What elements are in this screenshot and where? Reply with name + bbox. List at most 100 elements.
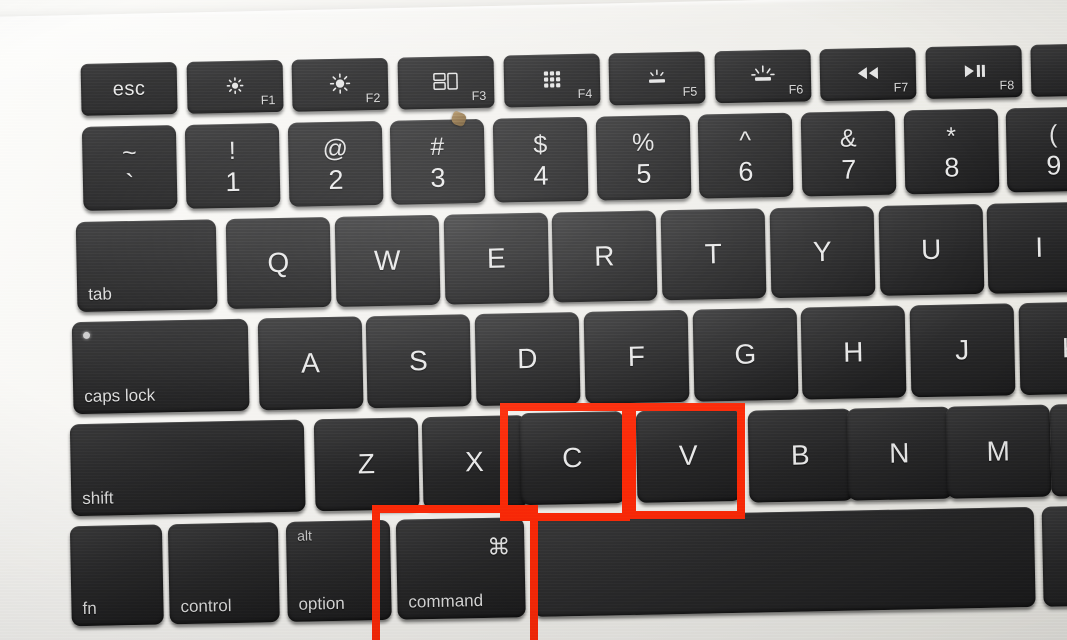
- key-label: control: [180, 596, 232, 617]
- key-lower-label: `: [125, 168, 135, 200]
- key-five[interactable]: % 5: [595, 114, 692, 201]
- key-upper-label: !: [228, 137, 237, 166]
- key-u[interactable]: U: [878, 203, 985, 296]
- key-f7[interactable]: F7: [819, 47, 917, 102]
- key-tilde[interactable]: ~ `: [81, 125, 178, 211]
- key-q[interactable]: Q: [225, 216, 332, 310]
- key-fkey-label: F6: [788, 82, 804, 97]
- key-fkey-label: F3: [471, 88, 487, 104]
- key-seven[interactable]: & 7: [800, 110, 897, 197]
- key-lower-label: 8: [944, 152, 960, 183]
- key-label: H: [842, 336, 865, 368]
- highlight-command-key: [372, 505, 538, 640]
- key-upper-label: &: [839, 124, 857, 154]
- key-upper-label: ~: [121, 139, 137, 168]
- key-lower-label: 9: [1045, 150, 1062, 181]
- key-comma[interactable]: [1049, 402, 1067, 497]
- key-label: caps lock: [84, 385, 156, 406]
- key-label: U: [920, 233, 943, 266]
- key-e[interactable]: E: [443, 212, 550, 305]
- key-f6[interactable]: F6: [714, 49, 812, 104]
- key-label: shift: [82, 488, 114, 509]
- key-t[interactable]: T: [660, 208, 767, 301]
- key-k[interactable]: K: [1018, 301, 1067, 396]
- key-label: Y: [812, 235, 833, 268]
- key-g[interactable]: G: [692, 307, 799, 402]
- key-n[interactable]: N: [846, 406, 953, 501]
- key-fn[interactable]: fn: [69, 524, 164, 627]
- key-esc[interactable]: esc: [80, 62, 178, 116]
- key-label: D: [516, 342, 539, 375]
- key-label: Q: [267, 246, 291, 279]
- key-z[interactable]: Z: [313, 417, 420, 512]
- key-caps-lock[interactable]: caps lock: [71, 318, 250, 415]
- key-lower-label: 1: [225, 166, 241, 197]
- key-label: T: [704, 238, 723, 270]
- key-f4[interactable]: F4: [503, 53, 601, 108]
- key-lower-label: 3: [430, 162, 446, 193]
- key-fkey-label: F2: [365, 90, 381, 106]
- key-f9[interactable]: [1030, 42, 1067, 97]
- key-label: S: [408, 345, 429, 377]
- key-one[interactable]: ! 1: [184, 122, 281, 209]
- key-lower-label: 5: [636, 158, 652, 189]
- key-h[interactable]: H: [800, 305, 907, 400]
- key-i[interactable]: I: [986, 201, 1067, 294]
- key-f2[interactable]: F2: [291, 57, 389, 112]
- key-lower-label: 7: [841, 154, 857, 185]
- key-space[interactable]: [531, 506, 1036, 617]
- key-j[interactable]: J: [909, 303, 1016, 398]
- key-fkey-label: F8: [999, 78, 1015, 93]
- key-f1[interactable]: F1: [186, 59, 284, 114]
- key-label: E: [486, 242, 507, 274]
- key-b[interactable]: B: [747, 408, 854, 503]
- key-control[interactable]: control: [167, 522, 280, 625]
- key-label: A: [300, 347, 321, 379]
- key-w[interactable]: W: [334, 214, 441, 307]
- key-upper-label: $: [533, 131, 548, 160]
- key-label: W: [373, 244, 402, 277]
- key-tab[interactable]: tab: [75, 219, 218, 313]
- key-four[interactable]: $4: [492, 116, 589, 203]
- key-label: option: [298, 593, 345, 614]
- caps-lock-led: [82, 331, 91, 339]
- key-label: K: [1061, 331, 1067, 364]
- key-d[interactable]: D: [474, 312, 581, 407]
- key-three[interactable]: #3: [389, 110, 486, 205]
- key-label: G: [734, 338, 757, 370]
- key-label: tab: [88, 284, 113, 304]
- key-shift[interactable]: shift: [69, 419, 306, 517]
- key-lower-label: 2: [328, 164, 344, 195]
- key-label: R: [593, 240, 616, 272]
- key-m[interactable]: M: [945, 404, 1052, 499]
- key-nine[interactable]: (9: [1005, 106, 1067, 193]
- key-f8[interactable]: F8: [925, 45, 1023, 99]
- key-f[interactable]: F: [583, 309, 690, 404]
- key-upper-label: ^: [739, 126, 752, 156]
- key-upper-label: %: [631, 128, 655, 158]
- key-r[interactable]: R: [551, 210, 658, 303]
- key-label: I: [1035, 231, 1044, 263]
- key-upper-label: #: [430, 133, 445, 162]
- key-top-label: alt: [296, 527, 313, 544]
- key-lower-label: 4: [533, 160, 549, 191]
- key-y[interactable]: Y: [769, 206, 876, 299]
- key-fkey-label: F4: [577, 86, 593, 101]
- key-lower-label: 6: [738, 156, 754, 187]
- key-command-right[interactable]: [1041, 504, 1067, 607]
- key-fkey-label: F7: [893, 80, 909, 95]
- key-two[interactable]: @2: [287, 120, 384, 207]
- key-s[interactable]: S: [365, 314, 472, 409]
- highlight-c-key: [500, 403, 630, 521]
- key-upper-label: (: [1048, 120, 1058, 149]
- key-f5[interactable]: F5: [608, 51, 706, 106]
- key-six[interactable]: ^ 6: [697, 112, 794, 199]
- key-label: B: [790, 439, 811, 471]
- key-upper-label: *: [946, 122, 957, 152]
- key-eight[interactable]: * 8: [903, 108, 1000, 195]
- fast-forward-icon: [1031, 58, 1067, 80]
- key-f3[interactable]: F3: [397, 55, 495, 110]
- key-a[interactable]: A: [257, 316, 364, 411]
- keyboard-photo: esc F1 F2 F3 F4 F5 F6 F7 F8 ~ `! 1 @2 #3 $4% 5 ^ 6 & 7 * 8(9 t…: [0, 0, 1067, 640]
- key-fkey-label: F1: [260, 93, 276, 108]
